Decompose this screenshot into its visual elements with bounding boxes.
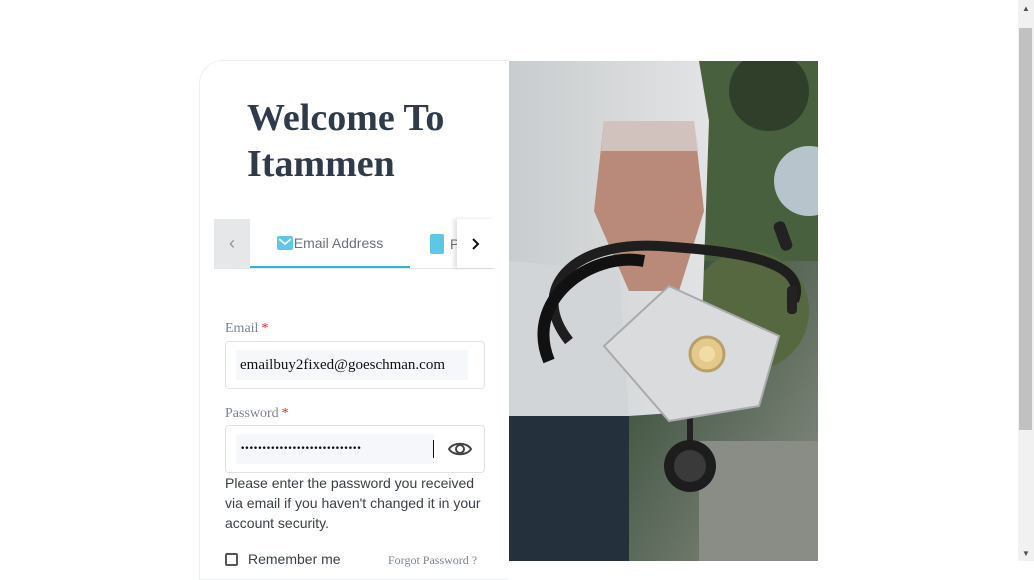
- page-scrollbar[interactable]: ▲ ▼: [1018, 0, 1034, 561]
- chevron-left-icon: ‹: [229, 233, 235, 253]
- tab-email-label: Email Address: [293, 234, 384, 251]
- triangle-up-icon: ▲: [1022, 3, 1030, 13]
- remember-me[interactable]: Remember me: [225, 551, 341, 567]
- scrollbar-thumb[interactable]: [1019, 28, 1032, 430]
- email-input[interactable]: [236, 350, 468, 380]
- email-label: Email *: [225, 321, 269, 336]
- hero-photo: [509, 61, 818, 561]
- email-field[interactable]: [225, 341, 485, 389]
- eye-icon: [448, 442, 472, 456]
- tab-phone[interactable]: P: [430, 219, 458, 268]
- chevron-right-icon: [472, 237, 480, 250]
- password-input[interactable]: ••••••••••••••••••••••••••••: [236, 434, 434, 464]
- scroll-up-button[interactable]: ▲: [1018, 0, 1034, 16]
- tab-email-address[interactable]: Email Address: [250, 219, 410, 268]
- phone-icon: [430, 233, 444, 254]
- required-mark: *: [261, 321, 269, 336]
- password-label: Password *: [225, 406, 289, 421]
- mail-icon: [276, 235, 293, 250]
- doctor-with-mask-image: [509, 61, 818, 561]
- password-hint: Please enter the password you received v…: [225, 475, 481, 531]
- login-method-tabs: ‹ Email Address P: [214, 219, 495, 269]
- required-mark: *: [281, 406, 289, 421]
- remember-me-label: Remember me: [248, 551, 341, 567]
- remember-me-checkbox[interactable]: [225, 552, 238, 566]
- triangle-down-icon: ▼: [1022, 548, 1030, 558]
- toggle-password-visibility-button[interactable]: [448, 438, 472, 460]
- text-caret: [433, 440, 434, 458]
- scroll-down-button[interactable]: ▼: [1018, 545, 1034, 561]
- login-card: Welcome To Itammen ‹ Email Address P Ema…: [199, 60, 509, 580]
- password-field[interactable]: ••••••••••••••••••••••••••••: [225, 425, 485, 473]
- tabs-next-button[interactable]: [457, 219, 495, 268]
- tabs-prev-button[interactable]: ‹: [214, 219, 250, 268]
- page-title: Welcome To Itammen: [247, 97, 445, 185]
